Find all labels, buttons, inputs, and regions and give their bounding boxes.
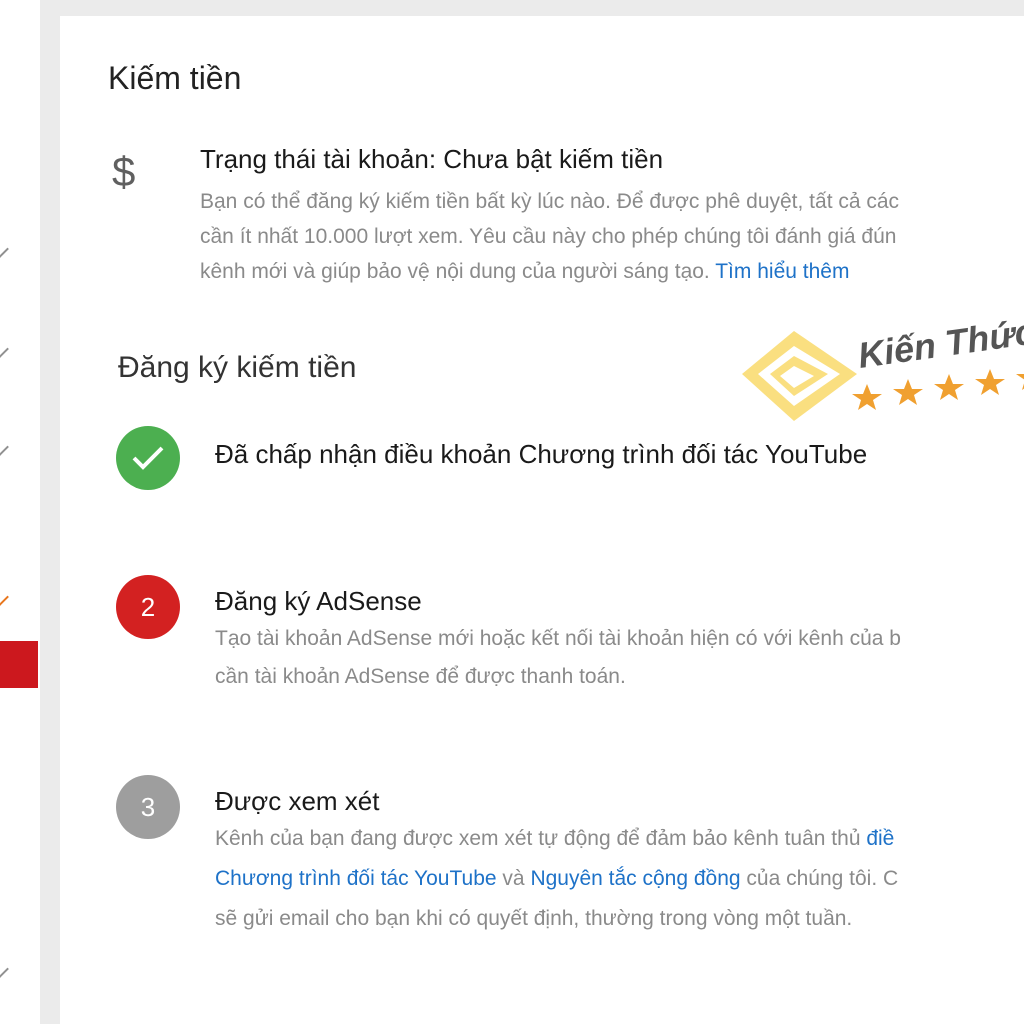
chevron-down-icon[interactable] xyxy=(0,239,9,259)
chevron-down-icon[interactable] xyxy=(0,959,9,979)
description-text: của chúng tôi. C xyxy=(740,867,899,890)
left-sidebar xyxy=(0,0,40,1024)
watermark-text: Kiến Thức xyxy=(855,311,1024,376)
description-line: Bạn có thể đăng ký kiếm tiền bất kỳ lúc … xyxy=(200,190,900,213)
step-3-description: Kênh của bạn đang được xem xét tự động đ… xyxy=(215,819,898,939)
chevron-down-icon[interactable] xyxy=(0,437,9,457)
learn-more-link[interactable]: Tìm hiểu thêm xyxy=(715,260,849,283)
dollar-icon: $ xyxy=(112,148,136,195)
description-line: sẽ gửi email cho bạn khi có quyết định, … xyxy=(215,907,853,930)
description-line: Chương trình đối tác YouTube và Nguyên t… xyxy=(215,859,898,899)
step-3-title: Được xem xét xyxy=(215,786,380,816)
step-2-badge: 2 xyxy=(116,575,180,639)
description-line: kênh mới và giúp bảo vệ nội dung của ngư… xyxy=(200,254,899,289)
description-line: Kênh của bạn đang được xem xét tự động đ… xyxy=(215,819,898,859)
partner-program-link[interactable]: Chương trình đối tác YouTube xyxy=(215,867,497,890)
step-2-description: Tạo tài khoản AdSense mới hoặc kết nối t… xyxy=(215,620,901,696)
terms-link[interactable]: điề xyxy=(866,827,894,850)
description-line: Tạo tài khoản AdSense mới hoặc kết nối t… xyxy=(215,627,901,650)
description-line: cần tài khoản AdSense để được thanh toán… xyxy=(215,665,626,688)
diamond-logo-icon xyxy=(742,331,857,421)
chevron-down-icon[interactable] xyxy=(0,339,9,359)
description-text: Kênh của bạn đang được xem xét tự động đ… xyxy=(215,827,867,850)
step-1-title: Đã chấp nhận điều khoản Chương trình đối… xyxy=(215,439,868,469)
sidebar-item-active[interactable] xyxy=(0,641,38,688)
step-1-done-badge xyxy=(116,426,180,490)
step-3-badge: 3 xyxy=(116,775,180,839)
kienthuc-watermark-logo: Kiến Thức xyxy=(742,311,1024,421)
description-text: và xyxy=(496,867,531,890)
page-title: Kiếm tiền xyxy=(108,60,242,96)
description-line: cần ít nhất 10.000 lượt xem. Yêu cầu này… xyxy=(200,225,897,248)
signup-section-title: Đăng ký kiếm tiền xyxy=(118,351,357,384)
monetization-panel: Kiếm tiền $ Trạng thái tài khoản: Chưa b… xyxy=(60,16,1024,1024)
account-status-title: Trạng thái tài khoản: Chưa bật kiếm tiền xyxy=(200,144,664,174)
checkmark-icon xyxy=(132,446,164,470)
chevron-down-icon[interactable] xyxy=(0,587,9,607)
description-text: kênh mới và giúp bảo vệ nội dung của ngư… xyxy=(200,260,710,283)
account-status-description: Bạn có thể đăng ký kiếm tiền bất kỳ lúc … xyxy=(200,184,899,289)
step-2-title[interactable]: Đăng ký AdSense xyxy=(215,586,422,617)
community-guidelines-link[interactable]: Nguyên tắc cộng đồng xyxy=(530,867,740,890)
